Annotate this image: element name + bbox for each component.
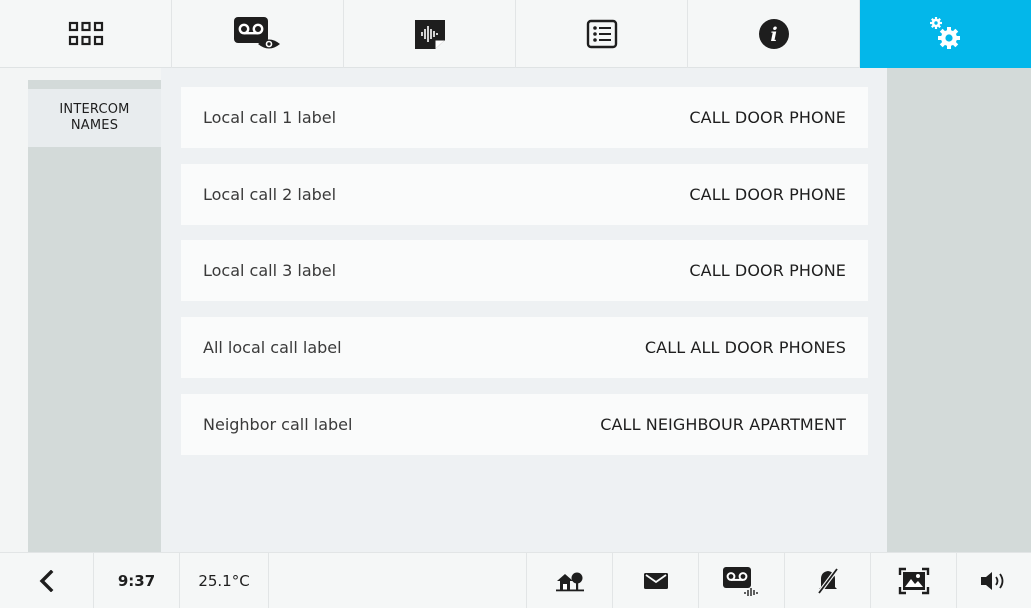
setting-row-local-call-2[interactable]: Local call 2 label CALL DOOR PHONE	[181, 164, 868, 225]
voicemail-view-icon	[233, 17, 280, 49]
ringer-mute-button[interactable]	[785, 553, 871, 608]
setting-row-local-call-3[interactable]: Local call 3 label CALL DOOR PHONE	[181, 240, 868, 301]
settings-list: Local call 1 label CALL DOOR PHONE Local…	[161, 68, 887, 552]
tab-voicemail-view[interactable]	[172, 0, 344, 68]
setting-label: All local call label	[203, 338, 342, 357]
envelope-icon	[643, 572, 668, 589]
messages-button[interactable]	[613, 553, 699, 608]
sidebar-item-label-line2: NAMES	[70, 118, 119, 133]
grid-icon	[68, 21, 103, 46]
photo-frame-button[interactable]	[871, 553, 957, 608]
time-text: 9:37	[117, 571, 156, 590]
setting-value: CALL DOOR PHONE	[689, 185, 846, 204]
tab-apps-grid[interactable]	[0, 0, 172, 68]
setting-value: CALL DOOR PHONE	[689, 261, 846, 280]
back-button[interactable]	[0, 553, 94, 608]
voicemail-audio-button[interactable]	[699, 553, 785, 608]
tab-audio-notes[interactable]	[344, 0, 516, 68]
bottom-status-bar: 9:37 25.1°C	[0, 552, 1031, 608]
bell-muted-icon	[816, 567, 839, 594]
volume-button[interactable]	[957, 553, 1031, 608]
list-icon	[586, 19, 617, 49]
setting-label: Local call 1 label	[203, 108, 337, 127]
temperature: 25.1°C	[180, 553, 269, 608]
right-panel	[887, 68, 1031, 552]
voicemail-audio-icon	[722, 566, 758, 596]
home-scenario-button[interactable]	[527, 553, 613, 608]
top-tab-bar: i	[0, 0, 1031, 68]
chevron-left-icon	[39, 569, 53, 592]
setting-row-all-local-call[interactable]: All local call label CALL ALL DOOR PHONE…	[181, 317, 868, 378]
temperature-text: 25.1°C	[198, 571, 250, 590]
setting-value: CALL ALL DOOR PHONES	[644, 338, 846, 357]
setting-label: Local call 3 label	[203, 261, 337, 280]
tab-settings[interactable]	[860, 0, 1031, 68]
sidebar-item-intercom-names[interactable]: INTERCOM NAMES	[28, 89, 161, 147]
left-sidebar-top-strip	[0, 68, 161, 80]
info-icon: i	[758, 19, 789, 49]
left-sidebar-edge	[0, 68, 28, 552]
home-tree-icon	[555, 572, 584, 591]
left-sidebar: INTERCOM NAMES	[0, 68, 161, 552]
setting-row-neighbor-call[interactable]: Neighbor call label CALL NEIGHBOUR APART…	[181, 394, 868, 455]
sidebar-item-label-line1: INTERCOM	[59, 102, 130, 117]
image-frame-icon	[898, 567, 929, 594]
settings-gears-icon	[929, 17, 960, 49]
status-spacer	[269, 553, 527, 608]
setting-row-local-call-1[interactable]: Local call 1 label CALL DOOR PHONE	[181, 87, 868, 148]
speaker-icon	[981, 571, 1004, 590]
tab-event-list[interactable]	[516, 0, 688, 68]
setting-label: Local call 2 label	[203, 185, 337, 204]
svg-text:i: i	[770, 24, 777, 46]
audio-note-icon	[414, 20, 445, 49]
clock: 9:37	[94, 553, 180, 608]
setting-value: CALL DOOR PHONE	[689, 108, 846, 127]
setting-value: CALL NEIGHBOUR APARTMENT	[600, 415, 846, 434]
tab-info[interactable]: i	[688, 0, 860, 68]
setting-label: Neighbor call label	[203, 415, 353, 434]
